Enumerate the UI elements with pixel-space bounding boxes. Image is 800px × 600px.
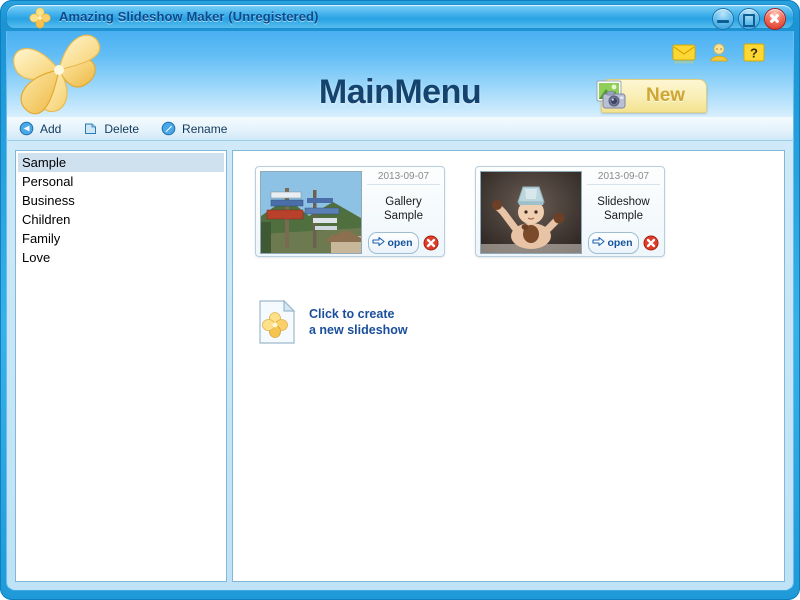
project-title: Slideshow Sample: [587, 185, 660, 233]
list-item-love[interactable]: Love: [18, 248, 224, 267]
project-thumbnail-signpost[interactable]: [260, 171, 362, 254]
project-date: 2013-09-07: [587, 171, 660, 185]
help-icon[interactable]: ?: [741, 42, 767, 64]
header-banner: MainMenu ?: [6, 31, 794, 117]
category-list[interactable]: Sample Personal Business Children Family…: [15, 150, 227, 582]
project-title: Gallery Sample: [367, 185, 440, 233]
list-item-family[interactable]: Family: [18, 229, 224, 248]
toolbar-add-label: Add: [40, 122, 61, 136]
open-button-label: open: [607, 237, 632, 249]
project-card-list: 2013-09-07 Gallery Sample open: [243, 161, 774, 261]
toolbar: Add Delete Rename: [6, 117, 794, 141]
photo-camera-icon: [590, 78, 638, 114]
toolbar-delete-button[interactable]: Delete: [83, 121, 139, 136]
project-card[interactable]: 2013-09-07 Gallery Sample open: [255, 166, 445, 257]
list-item-business[interactable]: Business: [18, 191, 224, 210]
project-date: 2013-09-07: [367, 171, 440, 185]
open-project-button[interactable]: open: [368, 232, 418, 254]
new-button-label: New: [646, 85, 685, 107]
project-actions: open: [367, 233, 440, 252]
new-slideshow-button[interactable]: New: [601, 79, 707, 113]
svg-text:?: ?: [750, 46, 758, 61]
project-info: 2013-09-07 Gallery Sample open: [367, 171, 440, 252]
project-info: 2013-09-07 Slideshow Sample open: [587, 171, 660, 252]
mail-icon[interactable]: [671, 42, 697, 64]
window-title: Amazing Slideshow Maker (Unregistered): [59, 9, 319, 24]
project-thumbnail-baby[interactable]: [480, 171, 582, 254]
rename-pencil-circle-icon: [161, 121, 176, 136]
maximize-button[interactable]: [738, 8, 760, 30]
open-project-button[interactable]: open: [588, 232, 638, 254]
toolbar-rename-label: Rename: [182, 122, 227, 136]
app-logo-icon: [29, 7, 51, 29]
list-item-personal[interactable]: Personal: [18, 172, 224, 191]
window-controls: [712, 8, 786, 30]
open-arrow-icon: [372, 234, 385, 252]
minimize-button[interactable]: [712, 8, 734, 30]
delete-page-icon: [83, 121, 98, 136]
delete-project-button[interactable]: [423, 235, 439, 251]
add-circle-arrow-icon: [19, 121, 34, 136]
user-icon[interactable]: [706, 42, 732, 64]
application-window: Amazing Slideshow Maker (Unregistered): [0, 0, 800, 600]
list-item-children[interactable]: Children: [18, 210, 224, 229]
delete-project-button[interactable]: [643, 235, 659, 251]
toolbar-rename-button[interactable]: Rename: [161, 121, 227, 136]
toolbar-add-button[interactable]: Add: [19, 121, 61, 136]
close-button[interactable]: [764, 8, 786, 30]
open-button-label: open: [387, 237, 412, 249]
toolbar-delete-label: Delete: [104, 122, 139, 136]
header-icon-group: ?: [671, 42, 767, 64]
new-document-clover-icon: [257, 299, 297, 345]
project-pane: 2013-09-07 Gallery Sample open: [232, 150, 785, 582]
create-new-label: Click to create a new slideshow: [309, 306, 408, 338]
open-arrow-icon: [592, 234, 605, 252]
title-bar[interactable]: Amazing Slideshow Maker (Unregistered): [6, 4, 794, 29]
project-card[interactable]: 2013-09-07 Slideshow Sample open: [475, 166, 665, 257]
project-actions: open: [587, 233, 660, 252]
create-new-slideshow[interactable]: Click to create a new slideshow: [257, 299, 408, 345]
list-item-sample[interactable]: Sample: [18, 153, 224, 172]
